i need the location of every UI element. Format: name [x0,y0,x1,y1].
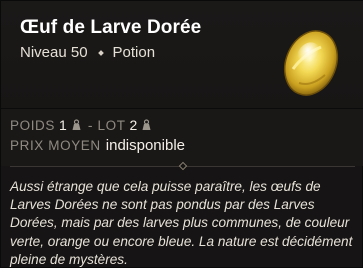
golden-egg-icon [283,30,339,96]
weight-icon [142,119,151,130]
price-label: PRIX MOYEN [10,138,101,153]
section-divider [10,161,355,171]
stats-separator: - [87,117,93,133]
tooltip-header: Œuf de Larve Dorée Niveau 50 Potion [1,1,363,109]
lot-label: LOT [97,117,126,133]
item-type: Potion [112,44,156,61]
price-row: PRIX MOYEN indisponible [10,137,185,154]
item-description: Aussi étrange que cela puisse paraître, … [10,179,353,267]
item-stats: POIDS 1 - LOT 2 PRIX MOYEN indisponible [1,109,363,166]
weight-lot-row: POIDS 1 - LOT 2 [10,117,152,133]
price-value: indisponible [105,137,185,154]
separator-dot [97,49,104,56]
weight-value: 1 [59,117,67,133]
item-subline: Niveau 50 Potion [20,44,155,61]
lot-value: 2 [129,117,138,133]
weight-icon [72,119,81,130]
weight-label: POIDS [10,117,56,133]
item-name: Œuf de Larve Dorée [20,17,202,38]
item-tooltip: Œuf de Larve Dorée Niveau 50 Potion POID… [0,0,363,268]
divider-diamond-icon [178,161,188,171]
item-level: Niveau 50 [20,44,88,61]
